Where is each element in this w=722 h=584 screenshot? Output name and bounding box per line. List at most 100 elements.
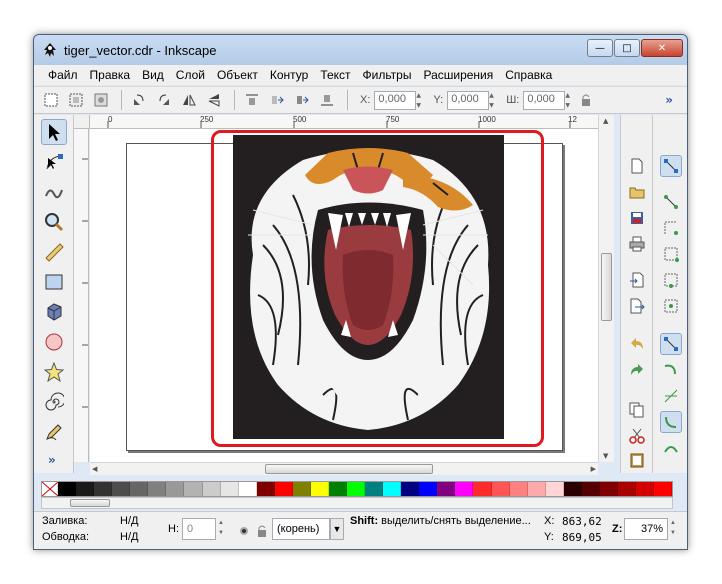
snap-paths-button[interactable] — [660, 359, 682, 381]
color-swatch[interactable] — [292, 482, 311, 496]
menu-filters[interactable]: Фильтры — [357, 68, 418, 82]
fill-value[interactable]: Н/Д — [120, 515, 138, 527]
toolbox-overflow-button[interactable]: » — [48, 453, 56, 467]
no-paint-swatch[interactable] — [42, 482, 58, 496]
horizontal-scroll-thumb[interactable] — [265, 464, 433, 474]
measure-tool[interactable] — [41, 239, 67, 265]
horizontal-scrollbar[interactable]: ◀ ▶ — [90, 462, 598, 475]
color-swatch[interactable] — [617, 482, 636, 496]
color-swatch[interactable] — [112, 482, 131, 496]
paste-button[interactable] — [626, 449, 648, 471]
color-swatch[interactable] — [202, 482, 221, 496]
color-swatch[interactable] — [419, 482, 438, 496]
y-spinner[interactable]: ▲ ▼ — [489, 91, 498, 110]
color-swatch[interactable] — [545, 482, 564, 496]
redo-button[interactable] — [626, 359, 648, 381]
menu-extensions[interactable]: Расширения — [417, 68, 499, 82]
cut-button[interactable] — [626, 425, 648, 447]
color-swatch[interactable] — [58, 482, 77, 496]
export-button[interactable] — [626, 295, 648, 317]
select-all-button[interactable] — [40, 89, 62, 111]
import-button[interactable] — [626, 269, 648, 291]
lock-icon[interactable] — [580, 93, 592, 107]
color-swatch[interactable] — [654, 482, 673, 496]
drawing-canvas[interactable] — [90, 129, 598, 462]
title-bar[interactable]: tiger_vector.cdr - Inkscape — □ ✕ — [34, 35, 687, 65]
select-all-layers-button[interactable] — [65, 89, 87, 111]
palette-scroll-thumb[interactable] — [70, 499, 110, 507]
vertical-scroll-thumb[interactable] — [601, 253, 612, 321]
open-button[interactable] — [626, 181, 648, 203]
rotate-ccw-button[interactable] — [128, 89, 150, 111]
menu-view[interactable]: Вид — [136, 68, 170, 82]
new-document-button[interactable] — [626, 155, 648, 177]
scroll-left-icon[interactable]: ◀ — [92, 465, 97, 473]
lower-button[interactable] — [291, 89, 313, 111]
copy-button[interactable] — [626, 399, 648, 421]
color-swatch[interactable] — [166, 482, 185, 496]
color-swatch[interactable] — [365, 482, 384, 496]
color-swatch[interactable] — [328, 482, 347, 496]
close-button[interactable]: ✕ — [641, 39, 683, 57]
tweak-tool[interactable] — [41, 179, 67, 205]
snap-bbox-center-button[interactable] — [660, 295, 682, 317]
save-button[interactable] — [626, 207, 648, 229]
menu-file[interactable]: Файл — [42, 68, 84, 82]
menu-text[interactable]: Текст — [314, 68, 356, 82]
horizontal-ruler[interactable]: 0 250 500 750 1000 12 — [90, 115, 598, 129]
stroke-value[interactable]: Н/Д — [120, 531, 138, 543]
snap-bbox-button[interactable] — [660, 191, 682, 213]
flip-horizontal-button[interactable] — [178, 89, 200, 111]
color-swatch[interactable] — [76, 482, 95, 496]
color-swatch[interactable] — [310, 482, 329, 496]
vertical-scrollbar[interactable]: ▲ ▼ — [598, 115, 614, 462]
snap-cusp-nodes-button[interactable] — [660, 411, 682, 433]
menu-edit[interactable]: Правка — [84, 68, 137, 82]
color-swatch[interactable] — [220, 482, 239, 496]
menu-help[interactable]: Справка — [499, 68, 558, 82]
vertical-ruler[interactable] — [74, 129, 89, 462]
deselect-button[interactable] — [90, 89, 112, 111]
print-button[interactable] — [626, 233, 648, 255]
color-swatch[interactable] — [184, 482, 203, 496]
width-input[interactable]: 0,000 — [523, 90, 566, 110]
color-swatch[interactable] — [94, 482, 113, 496]
palette-scrollbar[interactable] — [41, 497, 673, 509]
snap-toggle-button[interactable] — [660, 155, 682, 177]
rotate-cw-button[interactable] — [153, 89, 175, 111]
selector-tool[interactable] — [41, 119, 67, 145]
maximize-button[interactable]: □ — [614, 39, 640, 57]
scroll-right-icon[interactable]: ▶ — [591, 465, 596, 473]
zoom-spinner[interactable]: ▲ ▼ — [670, 519, 679, 538]
raise-to-top-button[interactable] — [241, 89, 263, 111]
snap-bbox-midpoints-button[interactable] — [660, 269, 682, 291]
lower-to-bottom-button[interactable] — [316, 89, 338, 111]
layer-visibility-icon[interactable] — [238, 525, 250, 537]
snap-smooth-nodes-button[interactable] — [660, 437, 682, 459]
flip-vertical-button[interactable] — [203, 89, 225, 111]
color-swatch[interactable] — [581, 482, 600, 496]
menu-layer[interactable]: Слой — [170, 68, 211, 82]
layer-selector[interactable]: (корень) — [272, 518, 330, 540]
layer-dropdown-icon[interactable]: ▼ — [330, 518, 344, 540]
color-swatch[interactable] — [383, 482, 402, 496]
color-swatch[interactable] — [491, 482, 510, 496]
color-swatch[interactable] — [527, 482, 546, 496]
menu-path[interactable]: Контур — [264, 68, 314, 82]
star-tool[interactable] — [41, 359, 67, 385]
snap-bbox-edges-button[interactable] — [660, 217, 682, 239]
color-swatch[interactable] — [347, 482, 366, 496]
ellipse-tool[interactable] — [41, 329, 67, 355]
color-swatch[interactable] — [563, 482, 582, 496]
zoom-input[interactable]: 37% — [624, 518, 668, 540]
opacity-input[interactable]: 0 — [182, 518, 216, 540]
x-spinner[interactable]: ▲ ▼ — [416, 91, 425, 110]
node-tool[interactable] — [41, 149, 67, 175]
raise-button[interactable] — [266, 89, 288, 111]
minimize-button[interactable]: — — [587, 39, 613, 57]
pencil-tool[interactable] — [41, 419, 67, 445]
zoom-tool[interactable] — [41, 209, 67, 235]
snap-intersections-button[interactable] — [660, 385, 682, 407]
scroll-up-icon[interactable]: ▲ — [603, 117, 608, 125]
color-swatch[interactable] — [473, 482, 492, 496]
